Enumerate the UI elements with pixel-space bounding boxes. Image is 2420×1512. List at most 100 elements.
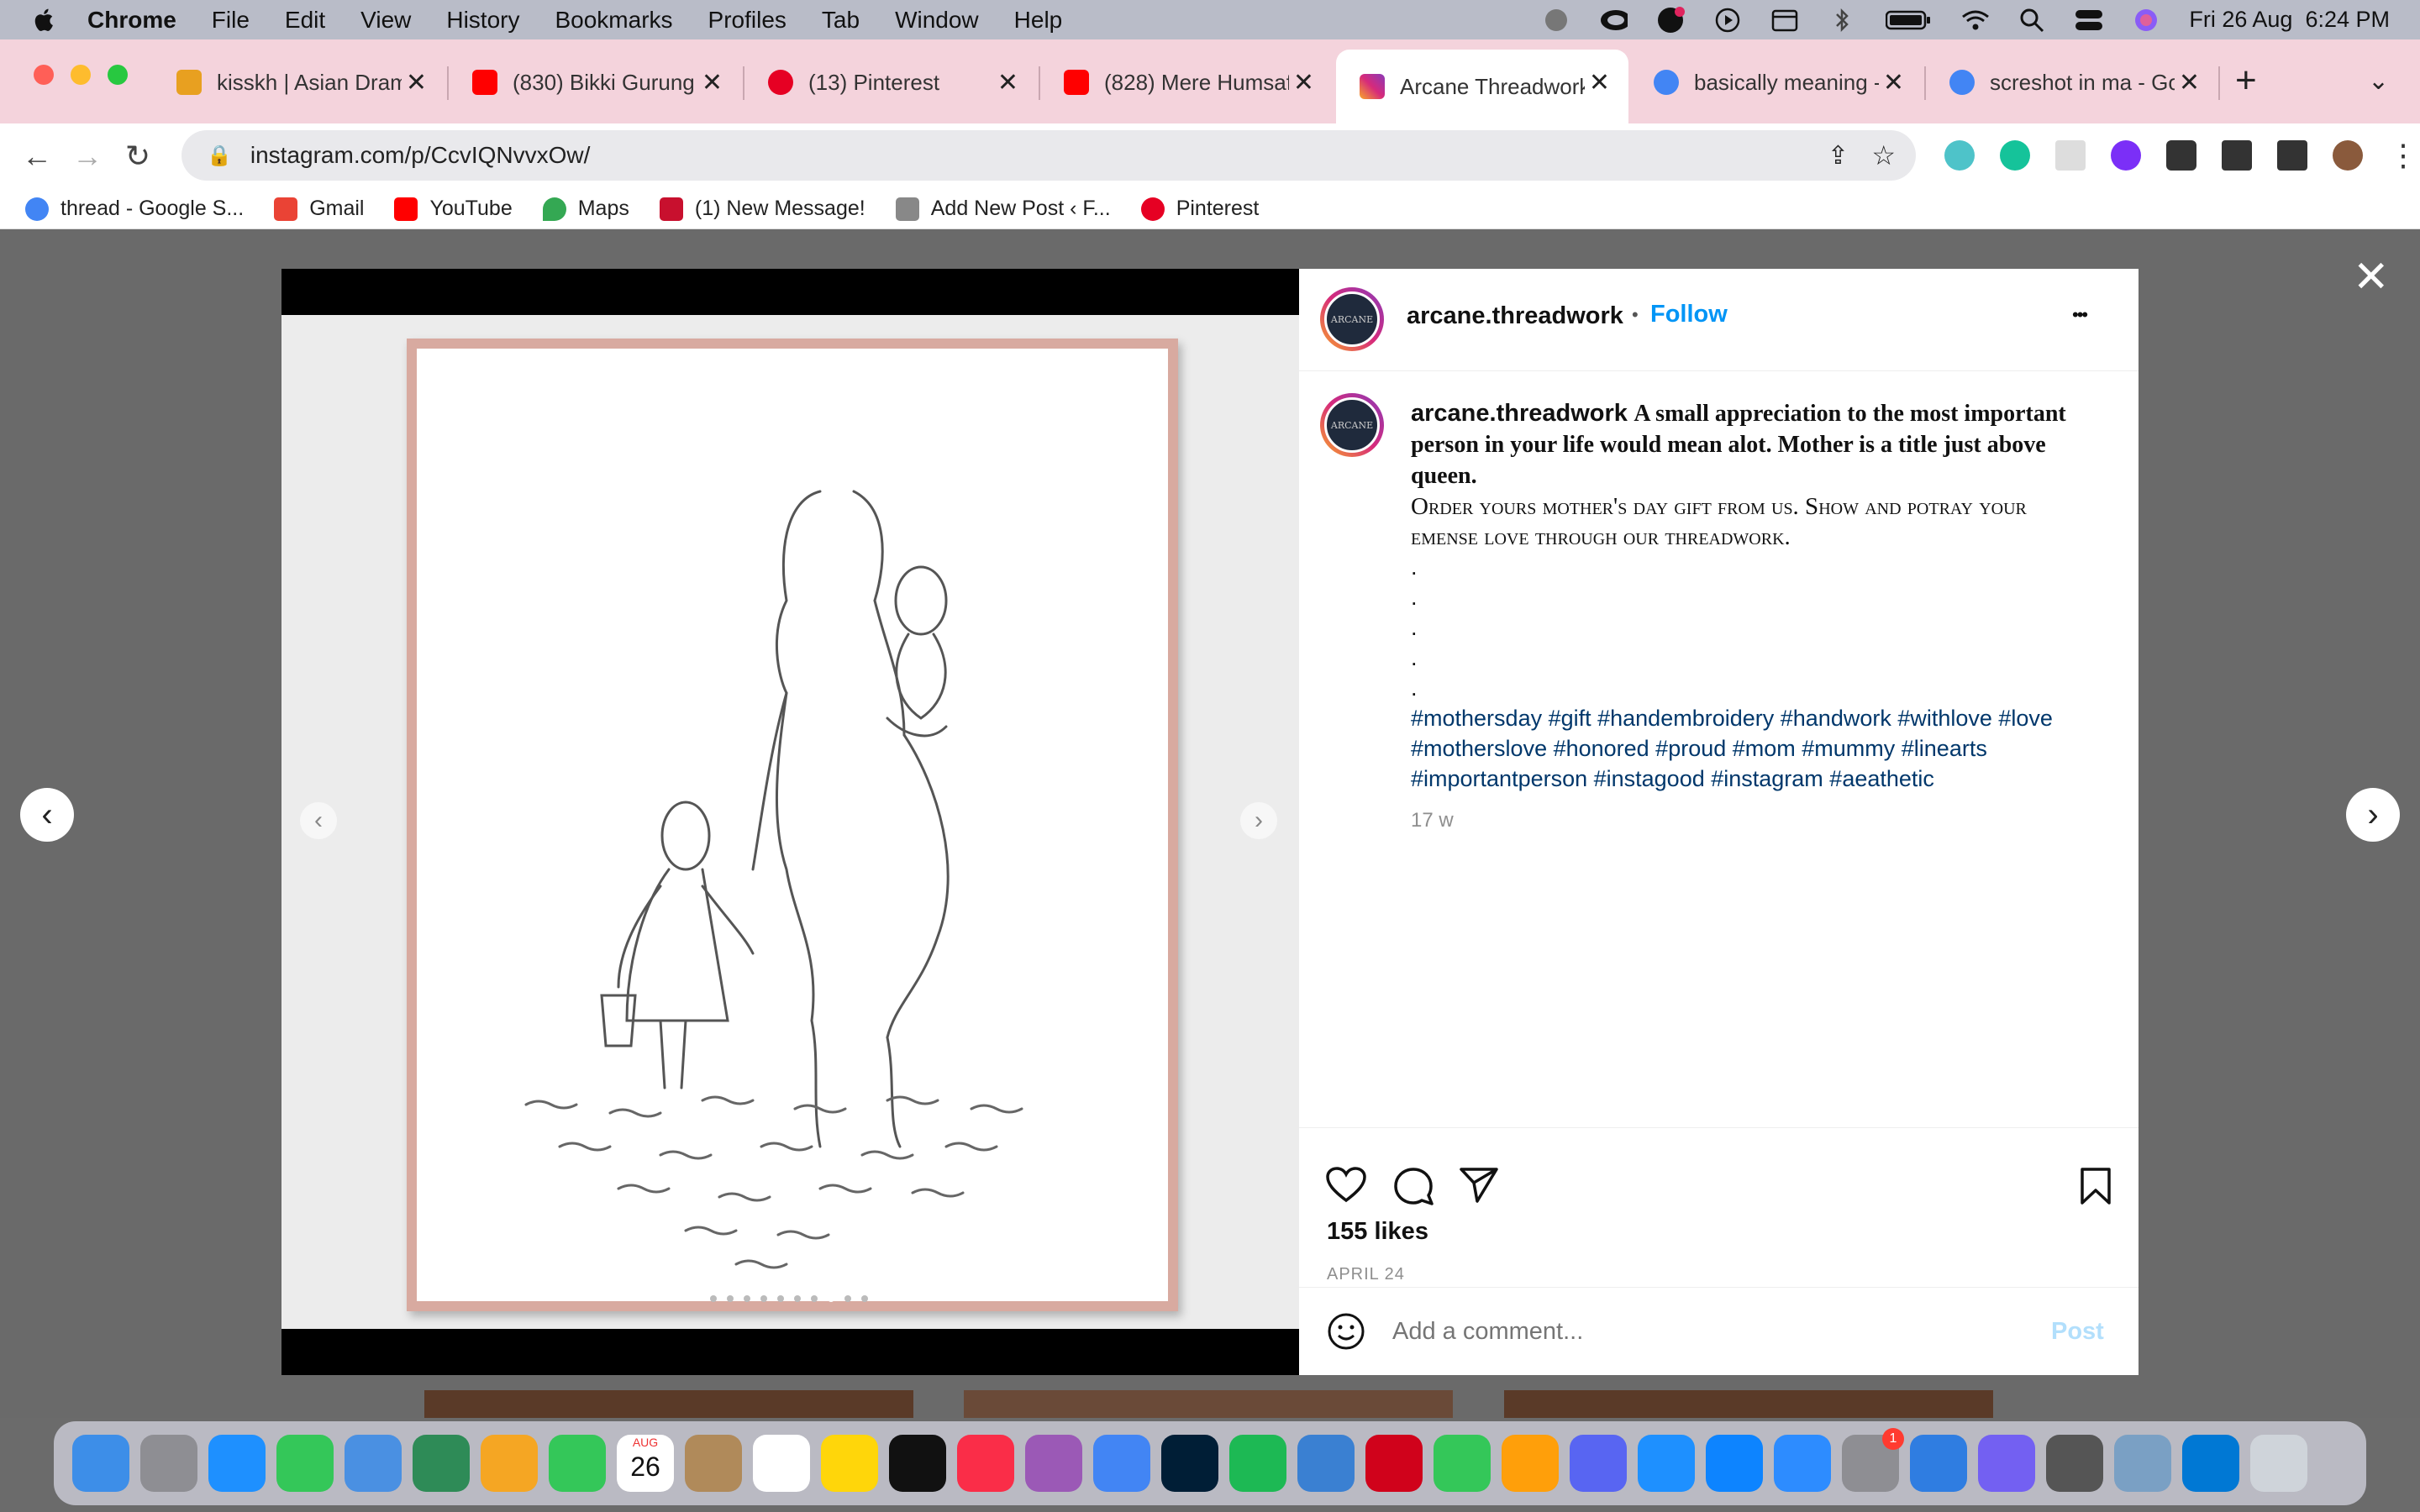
- dock-app-icon[interactable]: [1161, 1435, 1218, 1492]
- tab-youtube-bikki[interactable]: (830) Bikki Gurung ✕: [449, 50, 741, 115]
- reload-icon[interactable]: ↻: [113, 131, 163, 181]
- chrome-menu-icon[interactable]: ⋮: [2388, 140, 2418, 171]
- dock-app-icon[interactable]: [72, 1435, 129, 1492]
- post-comment-button[interactable]: Post: [2051, 1318, 2104, 1346]
- forward-icon[interactable]: →: [62, 131, 113, 181]
- post-date[interactable]: APRIL 24: [1327, 1265, 1405, 1284]
- dock-app-icon[interactable]: [1502, 1435, 1559, 1492]
- author-username[interactable]: arcane.threadwork: [1407, 302, 1623, 330]
- menu-app-chrome[interactable]: Chrome: [87, 7, 176, 34]
- dock-app-icon[interactable]: [2114, 1435, 2171, 1492]
- messenger-icon[interactable]: [1656, 6, 1686, 33]
- wifi-icon[interactable]: [1960, 8, 1990, 33]
- close-tab-icon[interactable]: ✕: [997, 68, 1018, 97]
- minimize-window-button[interactable]: [71, 65, 91, 85]
- bookmark-pinterest[interactable]: Pinterest: [1140, 197, 1259, 221]
- bookmark-thread[interactable]: thread - Google S...: [25, 197, 244, 221]
- follow-button[interactable]: Follow: [1650, 301, 1728, 328]
- tab-google-basically[interactable]: basically meaning - ✕: [1630, 50, 1923, 115]
- record-icon[interactable]: [1542, 8, 1570, 33]
- address-url[interactable]: instagram.com/p/CcvIQNvvxOw/: [250, 142, 591, 169]
- dock-app-icon[interactable]: [481, 1435, 538, 1492]
- dock-app-icon[interactable]: [1297, 1435, 1355, 1492]
- search-icon[interactable]: [2018, 8, 2046, 33]
- battery-icon[interactable]: [1885, 8, 1932, 33]
- bookmark-new-message[interactable]: (1) New Message!: [659, 197, 865, 221]
- like-heart-icon[interactable]: [1326, 1167, 1366, 1204]
- clock-text[interactable]: Fri 26 Aug 6:24 PM: [2189, 7, 2390, 33]
- dock-app-icon[interactable]: [276, 1435, 334, 1492]
- grammarly-icon[interactable]: [2000, 140, 2030, 171]
- caption-username[interactable]: arcane.threadwork: [1411, 400, 1628, 427]
- likes-count[interactable]: 155 likes: [1327, 1218, 1428, 1246]
- dock-app-icon[interactable]: [1638, 1435, 1695, 1492]
- bookmark-star-icon[interactable]: ☆: [1871, 139, 1896, 171]
- dock-app-icon[interactable]: [345, 1435, 402, 1492]
- close-modal-icon[interactable]: ✕: [2353, 252, 2390, 302]
- previous-post-button[interactable]: ‹: [20, 788, 74, 842]
- menu-tab[interactable]: Tab: [822, 7, 860, 34]
- dock-app-icon[interactable]: [2182, 1435, 2239, 1492]
- menu-bookmarks[interactable]: Bookmarks: [555, 7, 672, 34]
- media-control-icon[interactable]: [2222, 140, 2252, 171]
- bookmark-gmail[interactable]: Gmail: [274, 197, 364, 221]
- dock-app-icon[interactable]: [1910, 1435, 1967, 1492]
- tab-google-screshot[interactable]: screshot in ma - Goo ✕: [1926, 50, 2218, 115]
- menu-history[interactable]: History: [446, 7, 519, 34]
- caption-avatar[interactable]: ARCANE: [1320, 393, 1384, 457]
- menu-edit[interactable]: Edit: [285, 7, 325, 34]
- next-post-button[interactable]: ›: [2346, 788, 2400, 842]
- dock-app-icon[interactable]: [140, 1435, 197, 1492]
- dock-app-icon[interactable]: [1093, 1435, 1150, 1492]
- dock-app-icon[interactable]: [1229, 1435, 1286, 1492]
- extension-1-icon[interactable]: [1944, 140, 1975, 171]
- bookmark-maps[interactable]: Maps: [542, 197, 629, 221]
- dock-app-icon[interactable]: [1434, 1435, 1491, 1492]
- calendar-app-icon[interactable]: AUG 26: [617, 1435, 674, 1492]
- menu-window[interactable]: Window: [895, 7, 979, 34]
- menu-view[interactable]: View: [360, 7, 411, 34]
- emoji-icon[interactable]: [1327, 1312, 1365, 1351]
- share-icon[interactable]: ⇪: [1828, 141, 1849, 171]
- bookmark-youtube[interactable]: YouTube: [394, 197, 513, 221]
- play-icon[interactable]: [1713, 8, 1742, 33]
- creative-cloud-icon[interactable]: [1599, 8, 1628, 33]
- author-avatar[interactable]: ARCANE: [1320, 287, 1384, 351]
- share-paper-plane-icon[interactable]: [1459, 1167, 1499, 1204]
- dock-app-icon[interactable]: [2046, 1435, 2103, 1492]
- dock-app-icon[interactable]: [685, 1435, 742, 1492]
- tab-pinterest[interactable]: (13) Pinterest ✕: [744, 50, 1037, 115]
- new-tab-icon[interactable]: +: [2235, 60, 2257, 102]
- extension-3-icon[interactable]: [2055, 140, 2086, 171]
- dock-app-icon[interactable]: [549, 1435, 606, 1492]
- dock-app-icon[interactable]: [1570, 1435, 1627, 1492]
- close-tab-icon[interactable]: ✕: [702, 68, 723, 97]
- save-bookmark-icon[interactable]: [2079, 1167, 2112, 1205]
- menu-file[interactable]: File: [212, 7, 250, 34]
- back-icon[interactable]: ←: [12, 131, 62, 181]
- side-panel-icon[interactable]: [2277, 140, 2307, 171]
- caption-hashtags[interactable]: #mothersday #gift #handembroidery #handw…: [1411, 703, 2100, 794]
- dock-app-icon[interactable]: [1025, 1435, 1082, 1492]
- carousel-next-button[interactable]: ›: [1240, 802, 1277, 839]
- close-window-button[interactable]: [34, 65, 54, 85]
- post-age[interactable]: 17 w: [1411, 806, 2100, 836]
- dock-app-icon[interactable]: [821, 1435, 878, 1492]
- comment-bubble-icon[interactable]: [1393, 1167, 1434, 1205]
- tab-search-chevron-icon[interactable]: ⌄: [2368, 66, 2389, 96]
- dock-app-icon[interactable]: [1706, 1435, 1763, 1492]
- comment-input[interactable]: [1392, 1317, 2031, 1346]
- calendar-status-icon[interactable]: [1770, 8, 1799, 33]
- control-center-icon[interactable]: [2075, 8, 2103, 33]
- dock-app-icon[interactable]: [889, 1435, 946, 1492]
- dock-app-icon[interactable]: [208, 1435, 266, 1492]
- menu-help[interactable]: Help: [1014, 7, 1063, 34]
- address-bar[interactable]: 🔒 instagram.com/p/CcvIQNvvxOw/ ⇪ ☆: [182, 130, 1916, 181]
- siri-icon[interactable]: [2132, 8, 2160, 33]
- close-tab-icon[interactable]: ✕: [406, 68, 427, 97]
- bookmark-add-new-post[interactable]: Add New Post ‹ F...: [895, 197, 1111, 221]
- close-tab-icon[interactable]: ✕: [1293, 68, 1314, 97]
- carousel-prev-button[interactable]: ‹: [300, 802, 337, 839]
- dock-app-icon[interactable]: [753, 1435, 810, 1492]
- tab-arcane-threadwork[interactable]: Arcane Threadwork ✕: [1336, 50, 1628, 123]
